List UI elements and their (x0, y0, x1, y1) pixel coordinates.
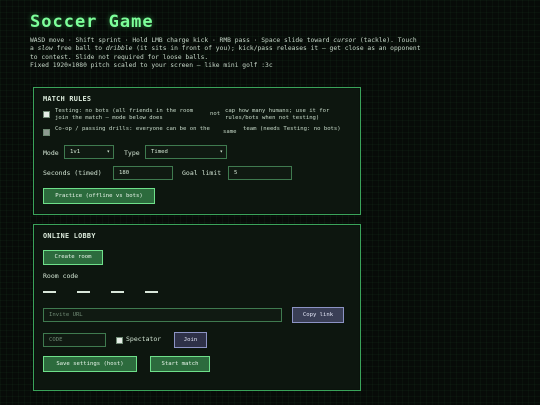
testing-option: Testing: no bots (all friends in the roo… (43, 108, 353, 124)
testing-label-b: cap how many humans; use it for rules/bo… (225, 108, 330, 121)
invite-url-input[interactable]: Invite URL (43, 308, 282, 322)
chevron-down-icon: ▾ (219, 149, 223, 155)
join-button[interactable]: Join (174, 332, 207, 348)
seconds-label: Seconds (timed) (43, 169, 102, 177)
room-code-slot (77, 291, 90, 293)
header: Soccer Game WASD move · Shift sprint · H… (30, 12, 530, 70)
save-settings-button[interactable]: Save settings (host) (43, 356, 137, 372)
mode-select[interactable]: 1v1 ▾ (64, 145, 114, 159)
testing-label-a: Testing: no bots (all friends in the roo… (55, 108, 194, 121)
goal-limit-input[interactable]: 5 (228, 166, 292, 180)
seconds-input[interactable]: 180 (113, 166, 173, 180)
spectator-checkbox[interactable] (116, 337, 123, 344)
room-code-display (43, 291, 163, 293)
practice-button[interactable]: Practice (offline vs bots) (43, 188, 155, 204)
coop-label-b: team (needs Testing: no bots) (243, 126, 341, 132)
help-line-2: a slow free ball to dribble (it sits in … (30, 45, 421, 53)
coop-label-same: same (223, 129, 237, 135)
help-line-1: WASD move · Shift sprint · Hold LMB char… (30, 37, 417, 44)
testing-checkbox[interactable] (43, 111, 50, 118)
coop-option: Co-op / passing drills: everyone can be … (43, 126, 353, 142)
spectator-label: Spectator (126, 335, 162, 343)
start-match-button[interactable]: Start match (150, 356, 210, 372)
goal-limit-label: Goal limit (182, 169, 222, 177)
copy-link-button[interactable]: Copy link (292, 307, 344, 323)
online-lobby-panel: ONLINE LOBBY Create room Room code Invit… (33, 224, 361, 391)
help-line-4: Fixed 1920×1080 pitch scaled to your scr… (30, 61, 273, 69)
coop-label-a: Co-op / passing drills: everyone can be … (55, 126, 210, 132)
match-rules-panel: MATCH RULES Testing: no bots (all friend… (33, 87, 361, 215)
chevron-down-icon: ▾ (106, 149, 110, 155)
room-code-label: Room code (43, 272, 79, 280)
controls-help: WASD move · Shift sprint · Hold LMB char… (30, 37, 510, 70)
room-code-input[interactable]: CODE (43, 333, 106, 347)
help-line-3: to contest. Slide not required for loose… (30, 53, 209, 61)
create-room-button[interactable]: Create room (43, 250, 103, 265)
room-code-slot (145, 291, 158, 293)
type-label: Type (124, 149, 140, 157)
mode-label: Mode (43, 149, 59, 157)
testing-label-not: not (210, 111, 221, 117)
match-rules-title: MATCH RULES (43, 95, 92, 103)
room-code-slot (43, 291, 56, 293)
type-select[interactable]: Timed ▾ (145, 145, 227, 159)
coop-checkbox[interactable] (43, 129, 50, 136)
online-lobby-title: ONLINE LOBBY (43, 232, 96, 240)
room-code-slot (111, 291, 124, 293)
page-title: Soccer Game (30, 12, 154, 32)
